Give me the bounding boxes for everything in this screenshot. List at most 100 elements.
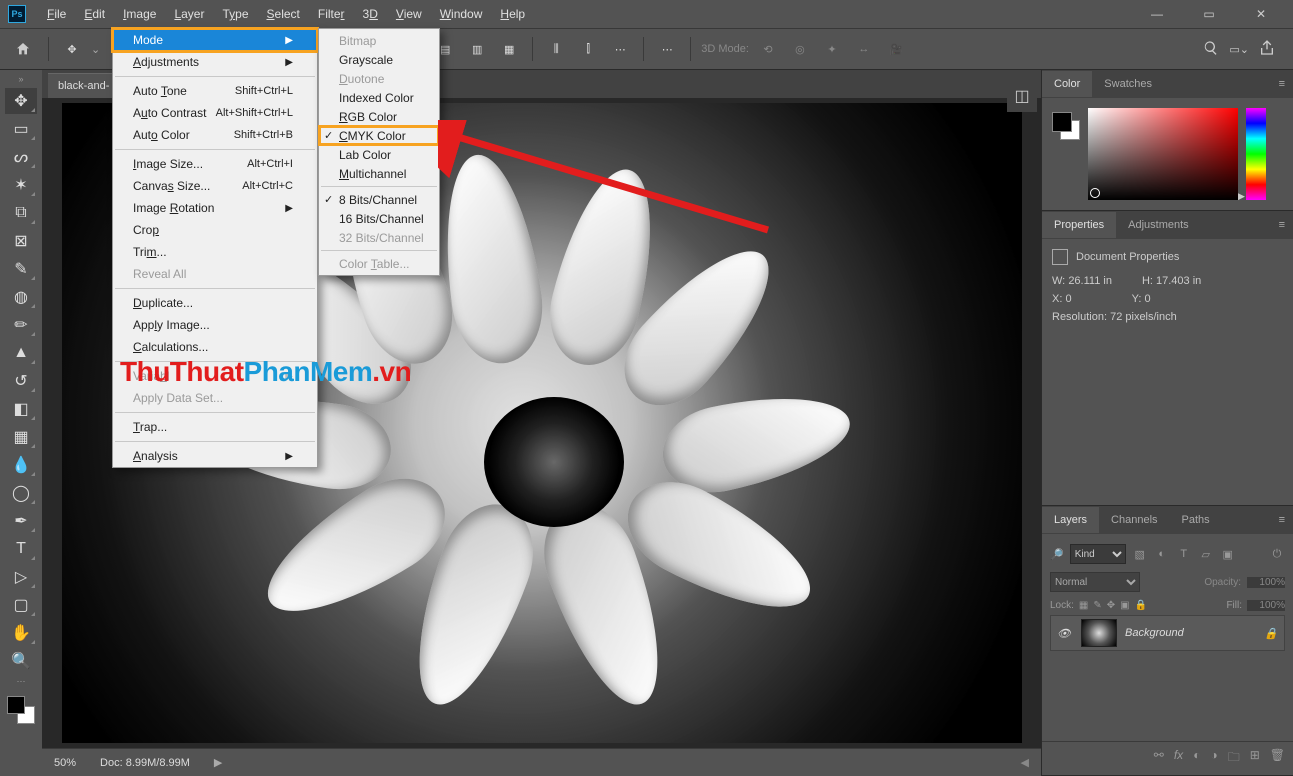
distribute-v-icon[interactable]: ⫿ [575,36,601,62]
frame-tool[interactable]: ⊠ [5,228,37,254]
menu-layer[interactable]: Layer [165,0,213,28]
align-center-icon[interactable]: ▥ [464,36,490,62]
scroll-left-icon[interactable]: ◀ [1021,756,1029,769]
menu-item-duplicate[interactable]: Duplicate... [113,292,317,314]
kind-filter-dropdown[interactable]: Kind [1070,544,1126,564]
align-right-icon[interactable]: ▦ [496,36,522,62]
menu-type[interactable]: Type [213,0,257,28]
panel-menu-icon[interactable]: ≡ [1271,219,1293,231]
dock-histogram-icon[interactable]: ◫ [1007,80,1037,112]
opacity-value[interactable]: 100% [1247,577,1285,588]
link-layers-icon[interactable]: ⚯ [1154,748,1164,769]
delete-layer-icon[interactable]: 🗑 [1270,748,1285,769]
menu-item-auto-color[interactable]: Auto ColorShift+Ctrl+B [113,124,317,146]
pen-tool[interactable]: ✒ [5,508,37,534]
menu-3d[interactable]: 3D [354,0,387,28]
menu-item-auto-tone[interactable]: Auto ToneShift+Ctrl+L [113,80,317,102]
slide-icon[interactable]: ↔ [851,36,877,62]
window-restore-icon[interactable]: ▭ [1193,7,1225,21]
workspace-icon[interactable]: ▭⌄ [1229,43,1249,56]
mode-indexed[interactable]: Indexed Color [319,88,439,107]
doc-size[interactable]: Doc: 8.99M/8.99M [100,757,190,769]
lock-icon[interactable]: 🔒 [1264,627,1278,640]
color-swatches[interactable] [7,696,35,724]
blur-tool[interactable]: 💧 [5,452,37,478]
tab-paths[interactable]: Paths [1170,507,1222,533]
mode-grayscale[interactable]: Grayscale [319,50,439,69]
pan-icon[interactable]: ✦ [819,36,845,62]
filter-toggle-icon[interactable]: ⏻ [1269,546,1285,562]
move-tool[interactable]: ✥ [5,88,37,114]
mode-cmyk[interactable]: ✓CMYK Color [319,126,439,145]
expand-toolbar-icon[interactable]: » [1,74,41,86]
brush-tool[interactable]: ✏ [5,312,37,338]
filter-search-icon[interactable]: 🔎 [1050,548,1064,561]
lock-pixels-icon[interactable]: ▦ [1079,600,1088,611]
layer-thumbnail[interactable] [1081,619,1117,647]
panel-menu-icon[interactable]: ≡ [1271,78,1293,90]
menu-item-analysis[interactable]: Analysis▶ [113,445,317,467]
menu-item-adjustments[interactable]: Adjustments▶ [113,51,317,73]
history-brush-tool[interactable]: ↺ [5,368,37,394]
lasso-tool[interactable]: ᔕ [5,144,37,170]
menu-item-image-size[interactable]: Image Size...Alt+Ctrl+I [113,153,317,175]
new-layer-icon[interactable]: ⊞ [1250,748,1260,769]
window-close-icon[interactable]: ✕ [1245,7,1277,21]
crop-tool[interactable]: ⧉ [5,200,37,226]
menu-filter[interactable]: Filter [309,0,354,28]
blend-mode-dropdown[interactable]: Normal [1050,572,1140,592]
color-field[interactable] [1088,108,1238,200]
tab-channels[interactable]: Channels [1099,507,1169,533]
lock-all-icon[interactable]: 🔒 [1135,600,1147,611]
orbit-icon[interactable]: ⟲ [755,36,781,62]
layer-fx-icon[interactable]: fx [1174,748,1183,769]
hue-slider[interactable] [1246,108,1266,200]
tab-layers[interactable]: Layers [1042,507,1099,533]
fill-value[interactable]: 100% [1247,600,1285,611]
menu-window[interactable]: Window [431,0,492,28]
panel-menu-icon[interactable]: ≡ [1271,514,1293,526]
menu-select[interactable]: Select [258,0,309,28]
path-selection-tool[interactable]: ▷ [5,564,37,590]
marquee-tool[interactable]: ▭ [5,116,37,142]
hand-tool[interactable]: ✋ [5,620,37,646]
share-icon[interactable] [1259,40,1275,59]
edit-toolbar-icon[interactable]: ⋯ [1,676,41,688]
lock-position-icon[interactable]: ✥ [1107,600,1115,611]
mode-8bit[interactable]: ✓8 Bits/Channel [319,190,439,209]
menu-edit[interactable]: Edit [75,0,114,28]
healing-brush-tool[interactable]: ◍ [5,284,37,310]
document-tab[interactable]: black-and- [48,73,119,98]
camera-icon[interactable]: 🎥 [883,36,909,62]
filter-pixel-icon[interactable]: ▧ [1132,546,1148,562]
tab-properties[interactable]: Properties [1042,212,1116,238]
mode-lab[interactable]: Lab Color [319,145,439,164]
mode-rgb[interactable]: RGB Color [319,107,439,126]
menu-item-auto-contrast[interactable]: Auto ContrastAlt+Shift+Ctrl+L [113,102,317,124]
layer-row-background[interactable]: 👁 Background 🔒 [1050,615,1285,651]
tab-color[interactable]: Color [1042,71,1092,97]
lock-brush-icon[interactable]: ✎ [1093,600,1101,611]
home-icon[interactable] [8,34,38,64]
filter-shape-icon[interactable]: ▱ [1198,546,1214,562]
menu-item-trim[interactable]: Trim... [113,241,317,263]
menu-item-crop[interactable]: Crop [113,219,317,241]
search-icon[interactable] [1203,40,1219,59]
menu-item-canvas-size[interactable]: Canvas Size...Alt+Ctrl+C [113,175,317,197]
clone-stamp-tool[interactable]: ▲ [5,340,37,366]
status-more-icon[interactable]: ▶ [214,756,222,769]
menu-view[interactable]: View [387,0,431,28]
zoom-tool[interactable]: 🔍 [5,648,37,674]
more-icon[interactable]: ⋯ [654,36,680,62]
new-fill-icon[interactable]: ◑ [1210,748,1217,769]
window-minimize-icon[interactable]: — [1141,7,1173,21]
menu-item-calculations[interactable]: Calculations... [113,336,317,358]
menu-help[interactable]: Help [491,0,534,28]
mode-16bit[interactable]: 16 Bits/Channel [319,209,439,228]
move-tool-icon[interactable]: ✥ [59,36,85,62]
menu-item-apply-image[interactable]: Apply Image... [113,314,317,336]
color-fgbg-swatch[interactable] [1052,112,1080,140]
distribute-h-icon[interactable]: ⫼ [543,36,569,62]
menu-image[interactable]: Image [114,0,165,28]
roll-icon[interactable]: ◎ [787,36,813,62]
